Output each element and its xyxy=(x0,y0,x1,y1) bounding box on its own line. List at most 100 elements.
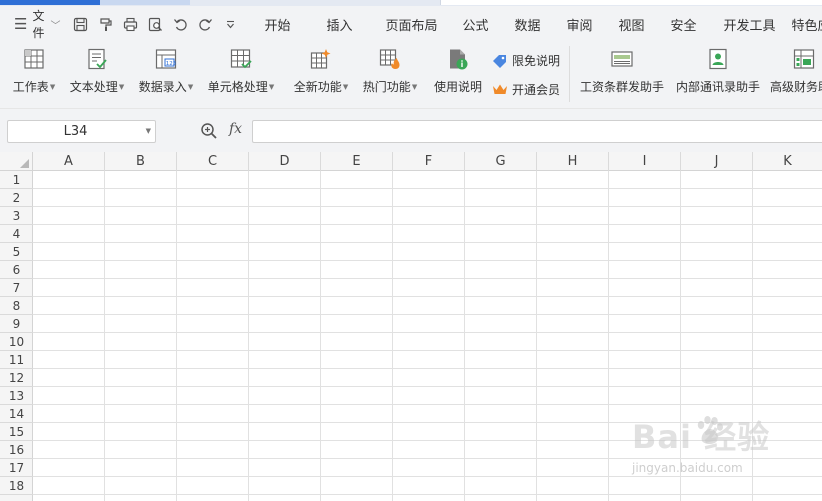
svg-text:123: 123 xyxy=(166,61,177,67)
payroll-helper-icon xyxy=(611,48,633,70)
insert-function-button[interactable]: fx xyxy=(229,121,242,137)
formula-input[interactable] xyxy=(252,120,822,143)
membership-button[interactable]: 开通会员 xyxy=(492,81,560,98)
active-document-tab[interactable] xyxy=(0,0,100,5)
tab-special-apps[interactable]: 特色应 xyxy=(791,6,822,42)
caret-down-icon: ▼ xyxy=(49,83,56,91)
hamburger-icon: ☰ xyxy=(14,15,28,33)
print-preview-icon[interactable] xyxy=(143,6,168,42)
save-icon[interactable] xyxy=(68,6,93,42)
name-box[interactable]: L34 ▼ xyxy=(7,120,156,143)
document-tab[interactable] xyxy=(440,0,822,5)
data-entry-button[interactable]: 123 数据录入▼ xyxy=(135,42,197,108)
text-processing-icon xyxy=(86,48,108,70)
column-header[interactable]: G xyxy=(465,152,537,171)
name-box-value: L34 xyxy=(63,124,88,139)
row-header[interactable]: 7 xyxy=(0,279,33,297)
document-tab[interactable] xyxy=(100,0,190,5)
row-header[interactable]: 18 xyxy=(0,477,33,495)
text-processing-label: 文本处理 xyxy=(69,80,118,94)
free-trial-button[interactable]: 限免说明 xyxy=(492,52,560,69)
column-header[interactable]: E xyxy=(321,152,393,171)
row-header[interactable]: 17 xyxy=(0,459,33,477)
payroll-helper-button[interactable]: 工资条群发助手 xyxy=(578,42,666,108)
tag-icon xyxy=(492,54,508,68)
chevron-down-icon[interactable]: ▼ xyxy=(146,121,151,142)
text-processing-button[interactable]: 文本处理▼ xyxy=(66,42,128,108)
worksheet-button[interactable]: 工作表▼ xyxy=(8,42,60,108)
print-icon[interactable] xyxy=(118,6,143,42)
payroll-helper-label: 工资条群发助手 xyxy=(579,80,664,94)
ribbon-tabs: 开始 插入 页面布局 公式 数据 审阅 视图 安全 开发工具 特色应 xyxy=(251,6,822,42)
row-header[interactable]: 1 xyxy=(0,171,33,189)
column-header[interactable]: D xyxy=(249,152,321,171)
caret-down-icon: ▼ xyxy=(411,83,418,91)
row-header[interactable]: 11 xyxy=(0,351,33,369)
row-header[interactable]: 14 xyxy=(0,405,33,423)
contacts-helper-icon xyxy=(707,48,729,70)
caret-down-icon: ▼ xyxy=(268,83,275,91)
row-header[interactable]: 13 xyxy=(0,387,33,405)
row-header[interactable]: 3 xyxy=(0,207,33,225)
quick-access-toolbar xyxy=(68,6,243,42)
row-header[interactable]: 4 xyxy=(0,225,33,243)
format-painter-icon[interactable] xyxy=(93,6,118,42)
finance-helper-label: 高级财务助 xyxy=(770,80,822,94)
select-all-icon xyxy=(20,159,29,168)
row-header-bar: 1 2 3 4 5 6 7 8 9 10 11 12 13 14 15 16 1… xyxy=(0,171,33,501)
zoom-icon[interactable] xyxy=(200,122,218,140)
formula-bar: L34 ▼ fx xyxy=(0,108,822,152)
column-header[interactable]: I xyxy=(609,152,681,171)
tab-formulas[interactable]: 公式 xyxy=(449,6,501,42)
new-features-icon xyxy=(310,48,332,70)
select-all-button[interactable] xyxy=(0,152,33,171)
caret-down-icon: ▼ xyxy=(187,83,194,91)
column-header[interactable]: A xyxy=(33,152,105,171)
chevron-down-icon: ﹀ xyxy=(50,20,61,32)
row-header[interactable]: 15 xyxy=(0,423,33,441)
undo-icon[interactable] xyxy=(168,6,193,42)
tab-insert[interactable]: 插入 xyxy=(313,6,365,42)
caret-down-icon: ▼ xyxy=(342,83,349,91)
row-header[interactable]: 16 xyxy=(0,441,33,459)
contacts-helper-button[interactable]: 内部通讯录助手 xyxy=(672,42,764,108)
row-header[interactable]: 9 xyxy=(0,315,33,333)
column-header[interactable]: C xyxy=(177,152,249,171)
data-entry-icon: 123 xyxy=(155,48,177,70)
hot-features-icon xyxy=(379,48,401,70)
cell-processing-button[interactable]: 单元格处理▼ xyxy=(204,42,278,108)
row-header[interactable]: 12 xyxy=(0,369,33,387)
row-header[interactable]: 5 xyxy=(0,243,33,261)
ribbon-divider xyxy=(569,46,570,102)
data-entry-label: 数据录入 xyxy=(138,80,187,94)
tab-security[interactable]: 安全 xyxy=(657,6,709,42)
row-header[interactable]: 2 xyxy=(0,189,33,207)
column-header[interactable]: H xyxy=(537,152,609,171)
finance-helper-button[interactable]: 高级财务助 xyxy=(768,42,822,108)
usage-guide-button[interactable]: 使用说明 xyxy=(430,42,486,108)
row-header[interactable]: 10 xyxy=(0,333,33,351)
hot-features-button[interactable]: 热门功能▼ xyxy=(359,42,421,108)
cell-processing-icon xyxy=(230,48,252,70)
tab-page-layout[interactable]: 页面布局 xyxy=(381,6,441,42)
row-header[interactable]: 8 xyxy=(0,297,33,315)
tab-view[interactable]: 视图 xyxy=(605,6,657,42)
row-header[interactable]: 6 xyxy=(0,261,33,279)
column-header[interactable]: B xyxy=(105,152,177,171)
customize-toolbar-icon[interactable] xyxy=(218,6,243,42)
column-header[interactable]: J xyxy=(681,152,753,171)
tab-developer-tools[interactable]: 开发工具 xyxy=(715,6,783,42)
tab-data[interactable]: 数据 xyxy=(501,6,553,42)
file-menu-button[interactable]: ☰ 文件 ﹀ xyxy=(0,6,60,42)
column-header[interactable]: K xyxy=(753,152,822,171)
column-header[interactable]: F xyxy=(393,152,465,171)
tab-home[interactable]: 开始 xyxy=(251,6,303,42)
new-features-button[interactable]: 全新功能▼ xyxy=(290,42,352,108)
membership-label: 开通会员 xyxy=(512,83,561,97)
cell-processing-label: 单元格处理 xyxy=(207,80,268,94)
caret-down-icon: ▼ xyxy=(118,83,125,91)
tab-review[interactable]: 审阅 xyxy=(553,6,605,42)
free-trial-label: 限免说明 xyxy=(512,54,561,68)
redo-icon[interactable] xyxy=(193,6,218,42)
menu-bar: ☰ 文件 ﹀ 开始 插入 页面布局 公式 数据 审阅 视图 安全 开发工具 特色 xyxy=(0,6,822,42)
